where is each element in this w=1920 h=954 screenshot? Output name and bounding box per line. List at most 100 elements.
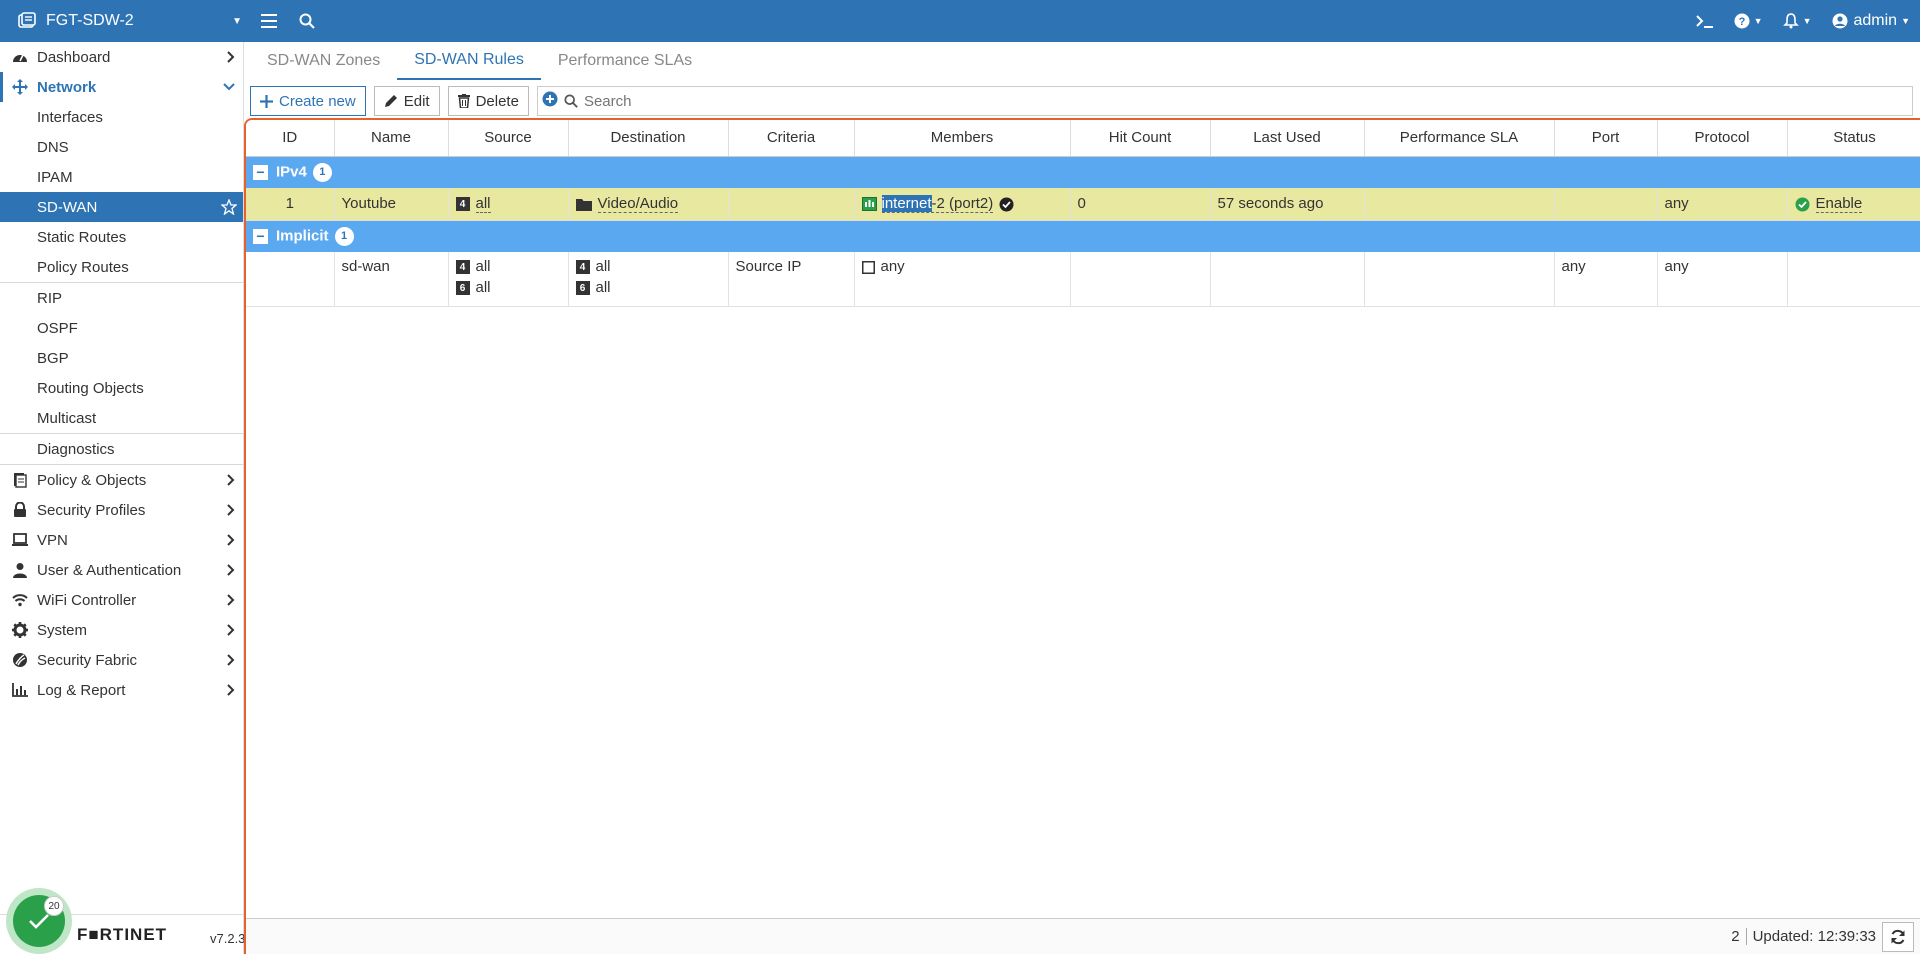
cli-console-button[interactable]: [1686, 0, 1724, 42]
rule-source: 4 all 6 all: [448, 252, 569, 307]
sidebar-item-dashboard[interactable]: Dashboard: [0, 42, 243, 72]
sidebar-item-label: System: [37, 621, 88, 639]
destination-address: all: [595, 279, 611, 296]
rule-port: [1554, 188, 1658, 221]
column-header-id[interactable]: ID: [246, 120, 335, 157]
rule-performance-sla: [1364, 252, 1555, 307]
sidebar-item-policy-objects[interactable]: Policy & Objects: [0, 465, 243, 495]
sidebar-item-label: Log & Report: [37, 681, 126, 699]
rules-table-container: ID Name Source Destination Criteria Memb…: [244, 118, 1920, 954]
sidebar-item-label: Static Routes: [37, 228, 127, 246]
health-status-widget[interactable]: 20: [6, 888, 72, 954]
menu-toggle-button[interactable]: [250, 0, 288, 42]
rule-criteria: Source IP: [728, 252, 855, 307]
sidebar-item-multicast[interactable]: Multicast: [0, 403, 243, 433]
tab-sd-wan-zones[interactable]: SD-WAN Zones: [250, 42, 397, 80]
ipv6-address-icon: 6: [455, 281, 470, 296]
chevron-down-icon: [223, 72, 235, 102]
sidebar-item-system[interactable]: System: [0, 615, 243, 645]
wifi-icon: [10, 593, 30, 607]
column-header-port[interactable]: Port: [1554, 120, 1658, 157]
sidebar-item-vpn[interactable]: VPN: [0, 525, 243, 555]
sidebar-item-security-fabric[interactable]: Security Fabric: [0, 645, 243, 675]
rule-members: any: [854, 252, 1071, 307]
collapse-icon[interactable]: −: [253, 164, 268, 180]
sidebar-item-diagnostics[interactable]: Diagnostics: [0, 434, 243, 464]
star-icon[interactable]: [221, 192, 237, 222]
table-row[interactable]: sd-wan 4 all 6 all 4 all 6 all Source IP any…: [246, 252, 1920, 307]
device-selector[interactable]: FGT-SDW-2 ▼: [0, 0, 250, 42]
column-header-source[interactable]: Source: [448, 120, 569, 157]
edit-button[interactable]: Edit: [373, 86, 440, 116]
chevron-down-icon: ▼: [1901, 16, 1910, 26]
sidebar-item-static-routes[interactable]: Static Routes: [0, 222, 243, 252]
chevron-right-icon: [227, 555, 235, 585]
collapse-icon[interactable]: −: [253, 228, 268, 244]
delete-button[interactable]: Delete: [447, 86, 529, 116]
trash-icon: [457, 94, 470, 108]
sidebar-item-label: DNS: [37, 138, 69, 156]
policy-icon: [10, 472, 30, 488]
rule-hit-count: 0: [1070, 188, 1211, 221]
group-row-implicit[interactable]: − Implicit 1: [246, 220, 1920, 252]
destination-app-link[interactable]: Video/Audio: [597, 195, 679, 214]
search-input[interactable]: [583, 92, 1912, 110]
sidebar-item-policy-routes[interactable]: Policy Routes: [0, 252, 243, 282]
admin-menu-button[interactable]: admin ▼: [1822, 0, 1920, 42]
sidebar-item-interfaces[interactable]: Interfaces: [0, 102, 243, 132]
sidebar-item-ospf[interactable]: OSPF: [0, 313, 243, 343]
column-header-criteria[interactable]: Criteria: [728, 120, 855, 157]
sidebar-item-security-profiles[interactable]: Security Profiles: [0, 495, 243, 525]
help-menu-button[interactable]: ? ▼: [1724, 0, 1773, 42]
tab-sd-wan-rules[interactable]: SD-WAN Rules: [397, 42, 541, 80]
tab-bar: SD-WAN Zones SD-WAN Rules Performance SL…: [250, 42, 709, 80]
column-header-protocol[interactable]: Protocol: [1657, 120, 1788, 157]
add-filter-icon[interactable]: [542, 91, 558, 111]
rule-performance-sla: [1364, 188, 1555, 221]
chevron-right-icon: [227, 495, 235, 525]
group-row-ipv4[interactable]: − IPv4 1: [246, 156, 1920, 188]
sidebar-item-wifi-controller[interactable]: WiFi Controller: [0, 585, 243, 615]
sidebar-item-bgp[interactable]: BGP: [0, 343, 243, 373]
sidebar-item-label: WiFi Controller: [37, 591, 137, 609]
table-row[interactable]: 1 Youtube 4 all Video/Audio internet-2 (p…: [246, 188, 1920, 221]
column-header-performance-sla[interactable]: Performance SLA: [1364, 120, 1555, 157]
global-search-button[interactable]: [288, 0, 326, 42]
column-header-members[interactable]: Members: [854, 120, 1071, 157]
member-value: any: [880, 258, 905, 275]
sidebar-item-rip[interactable]: RIP: [0, 283, 243, 313]
status-toggle-link[interactable]: Enable: [1815, 195, 1863, 214]
rule-last-used: [1210, 252, 1365, 307]
create-new-button[interactable]: Create new: [250, 86, 366, 116]
bell-icon: [1782, 13, 1799, 29]
sidebar-item-log-report[interactable]: Log & Report: [0, 675, 243, 705]
dashboard-icon: [10, 50, 30, 64]
sidebar-item-label: Policy Routes: [37, 258, 129, 276]
notifications-button[interactable]: ▼: [1773, 0, 1822, 42]
search-icon: [299, 13, 315, 29]
member-port-text: -2 (port2): [931, 195, 994, 213]
hamburger-icon: [261, 14, 277, 28]
column-header-status[interactable]: Status: [1787, 120, 1920, 157]
sidebar-item-dns[interactable]: DNS: [0, 132, 243, 162]
ipv6-address-icon: 6: [575, 281, 590, 296]
column-header-destination[interactable]: Destination: [568, 120, 729, 157]
source-address-link[interactable]: all: [475, 195, 491, 214]
sidebar-item-ipam[interactable]: IPAM: [0, 162, 243, 192]
column-header-hit-count[interactable]: Hit Count: [1070, 120, 1211, 157]
refresh-button[interactable]: [1882, 921, 1914, 952]
table-header-row: ID Name Source Destination Criteria Memb…: [246, 120, 1920, 157]
sidebar-item-label: RIP: [37, 289, 63, 307]
create-new-label: Create new: [279, 92, 356, 110]
rule-protocol: any: [1657, 188, 1788, 221]
plus-icon: [260, 94, 273, 108]
column-header-last-used[interactable]: Last Used: [1210, 120, 1365, 157]
sidebar-item-user-authentication[interactable]: User & Authentication: [0, 555, 243, 585]
sidebar-item-routing-objects[interactable]: Routing Objects: [0, 373, 243, 403]
sidebar-item-network[interactable]: Network: [0, 72, 243, 102]
member-interface-link[interactable]: internet-2 (port2): [881, 195, 994, 214]
sidebar-item-sd-wan[interactable]: SD-WAN: [0, 192, 243, 222]
column-header-name[interactable]: Name: [334, 120, 449, 157]
sidebar-item-label: Security Profiles: [37, 501, 146, 519]
tab-performance-slas[interactable]: Performance SLAs: [541, 42, 709, 80]
